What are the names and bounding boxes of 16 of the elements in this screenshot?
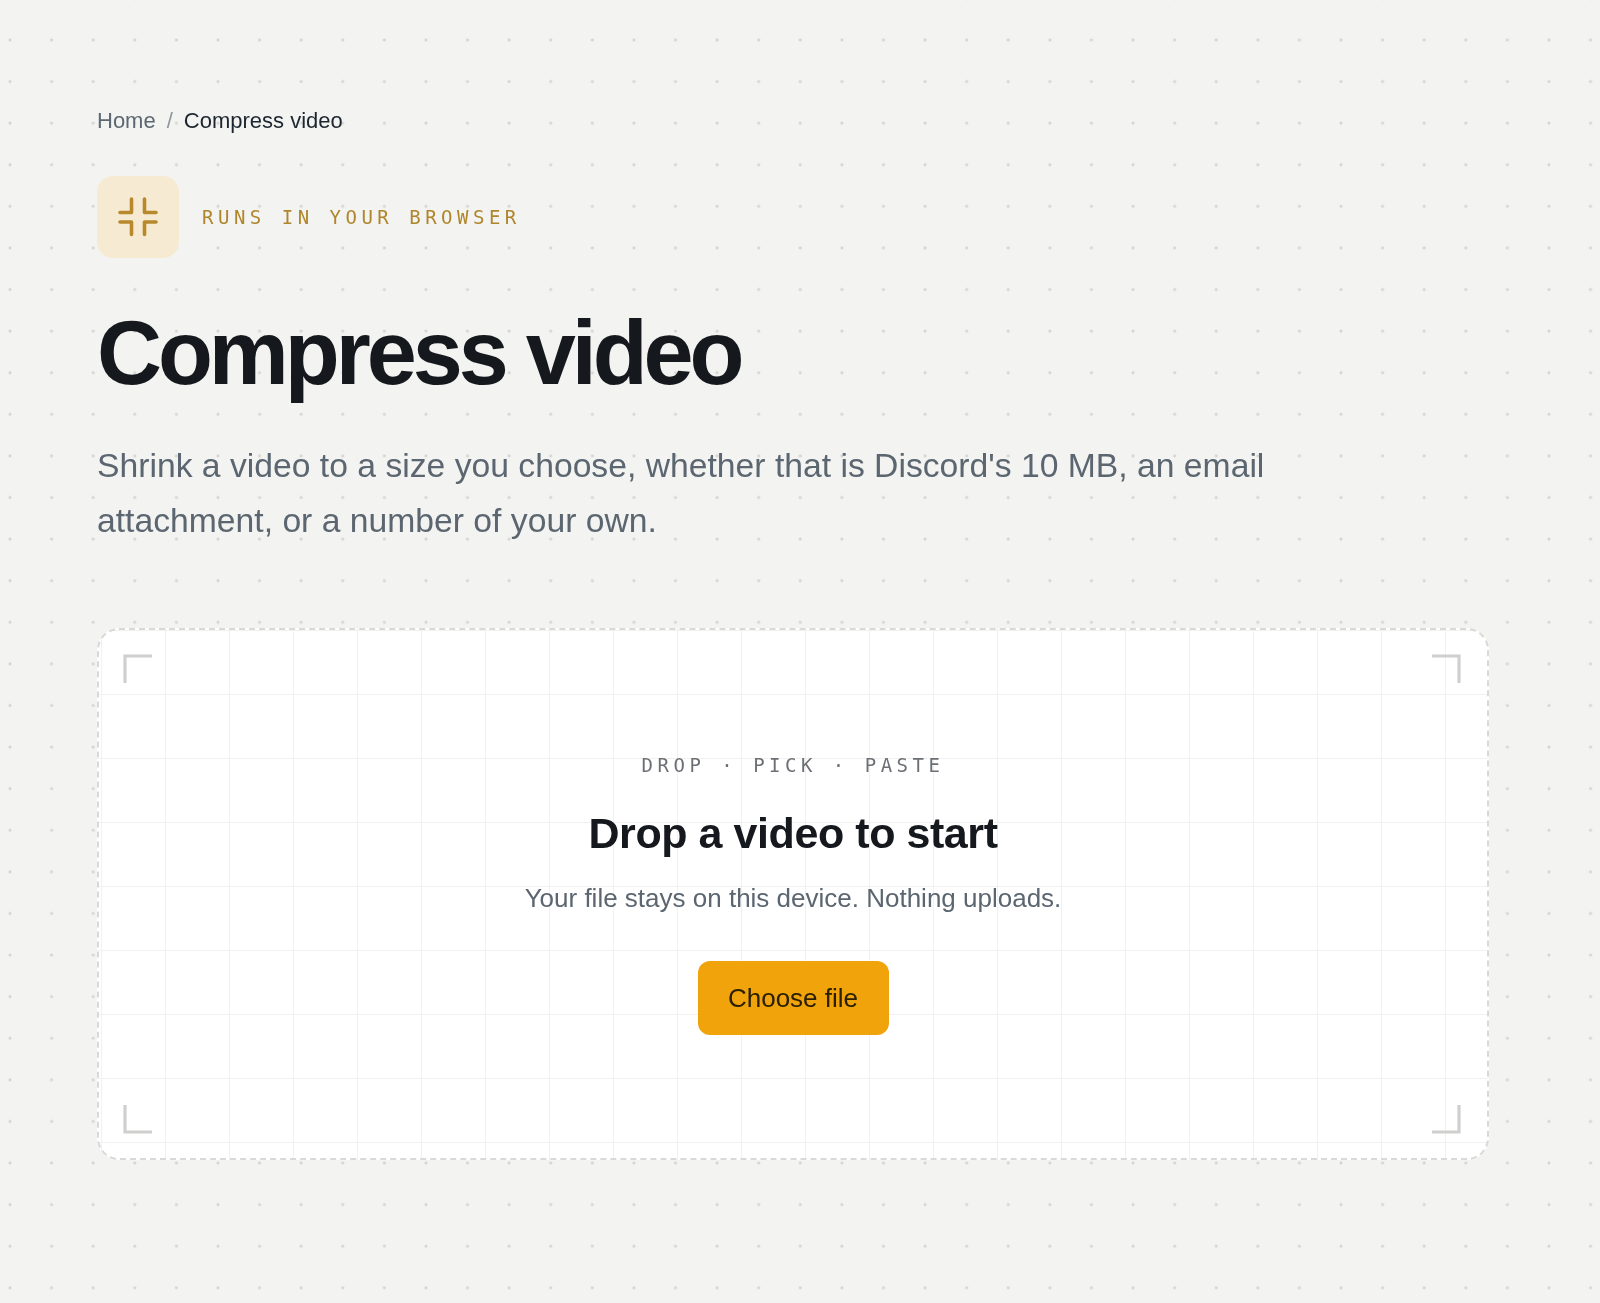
- corner-bracket-icon: [1431, 1104, 1461, 1134]
- page-title: Compress video: [97, 302, 741, 405]
- choose-file-button[interactable]: Choose file: [697, 961, 889, 1035]
- dropzone-heading: Drop a video to start: [588, 808, 998, 858]
- corner-bracket-icon: [1431, 654, 1461, 684]
- drop-methods-label: DROP · PICK · PASTE: [641, 753, 945, 777]
- page-description: Shrink a video to a size you choose, whether that is Discord's 10 MB, an email attachment, or a number of your own.: [97, 445, 1266, 541]
- badge-label: RUNS IN YOUR BROWSER: [202, 206, 521, 228]
- drop-zone[interactable]: DROP · PICK · PASTE Drop a video to start Your file stays on this device. Nothing uploads. Choose file: [97, 628, 1489, 1160]
- breadcrumb-separator: /: [166, 108, 173, 134]
- corner-bracket-icon: [123, 654, 153, 684]
- corner-bracket-icon: [123, 1104, 153, 1134]
- breadcrumb-link[interactable]: Home: [97, 108, 156, 134]
- dropzone-hint: Your file stays on this device. Nothing uploads.: [524, 883, 1062, 913]
- compress-icon: [97, 176, 179, 258]
- breadcrumb-current-page: Compress video: [183, 108, 343, 134]
